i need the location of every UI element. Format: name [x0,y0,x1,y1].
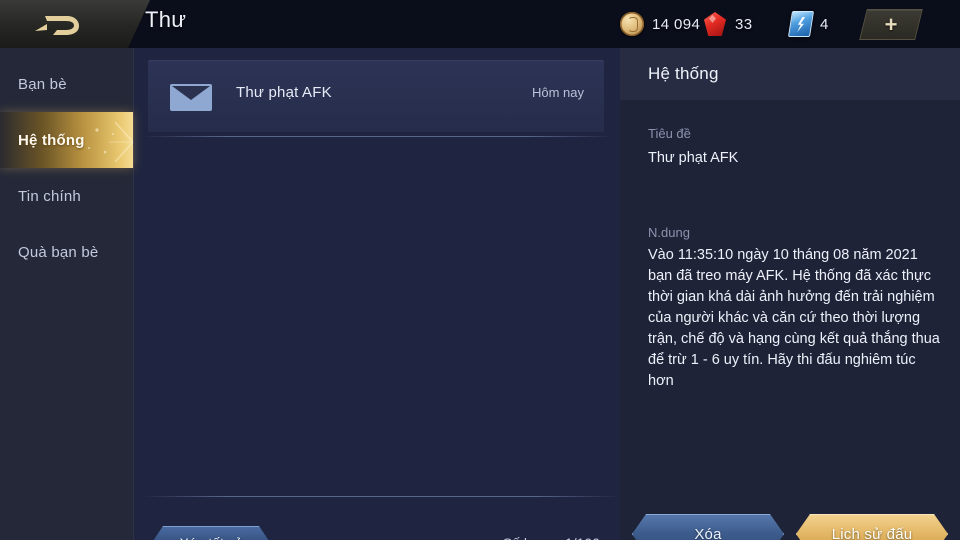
detail-header: Hệ thống [620,48,960,100]
mail-count-label: Số lượng 1/100 [503,535,600,540]
list-item[interactable]: Thư phạt AFK Hôm nay [148,60,604,132]
gold-amount: 14 094 [652,15,701,33]
add-currency-button[interactable]: + [859,9,923,40]
clear-all-button[interactable]: Xóa tất cả [152,526,270,540]
mail-detail-panel: Hệ thống Tiêu đề Thư phạt AFK N.dung Vào… [620,48,960,540]
list-divider-top [142,136,614,137]
blue-ticket-icon [787,11,815,37]
sidebar-item-friends[interactable]: Bạn bè [0,56,133,112]
sidebar-item-main-news[interactable]: Tin chính [0,168,133,224]
detail-header-title: Hệ thống [648,64,719,83]
sidebar-item-label: Quà bạn bè [18,243,99,261]
sidebar-item-label: Tin chính [18,187,81,205]
match-history-button[interactable]: Lịch sử đấu [796,514,948,540]
sidebar-item-system[interactable]: Hệ thống [0,112,133,168]
logo-plate[interactable] [0,0,150,48]
list-divider-bottom [142,496,620,497]
match-history-label: Lịch sử đấu [831,525,913,540]
top-bar: Thư 14 094 33 4 + [0,0,960,48]
mail-subject: Thư phạt AFK [236,84,332,101]
title-field-label: Tiêu đề [648,126,691,141]
plus-icon: + [884,11,898,37]
game-logo-d-icon [33,12,81,38]
envelope-open-icon [169,80,213,112]
game-mail-screen: Thư 14 094 33 4 + Bạn bè Hệ thống Tin ch… [0,0,960,540]
sidebar-item-friend-gifts[interactable]: Quà bạn bè [0,224,133,280]
sidebar-item-label: Bạn bè [18,75,67,93]
ticket-amount: 4 [820,15,829,33]
sidebar-item-label: Hệ thống [18,131,85,149]
red-gem-icon [703,12,727,36]
sidebar: Bạn bè Hệ thống Tin chính Quà bạn bè [0,48,134,540]
currency-gold[interactable]: 14 094 [620,0,700,48]
body-field-value: Vào 11:35:10 ngày 10 tháng 08 năm 2021 b… [648,247,940,389]
mail-list-panel: Thư phạt AFK Hôm nay Xóa tất cả Số lượng… [134,48,620,540]
gem-amount: 33 [735,15,753,33]
detail-action-bar: Xóa Lịch sử đấu [620,514,960,540]
mail-time: Hôm nay [531,85,584,100]
delete-button[interactable]: Xóa [632,514,784,540]
currency-ticket[interactable]: 4 [787,0,829,48]
delete-label: Xóa [694,525,722,540]
title-field-value: Thư phạt AFK [648,150,739,166]
gold-coin-icon [620,12,644,36]
page-title: Thư [145,7,187,32]
clear-all-label: Xóa tất cả [179,535,242,540]
currency-gem[interactable]: 33 [703,0,753,48]
body-field-label: N.dung [648,225,690,240]
